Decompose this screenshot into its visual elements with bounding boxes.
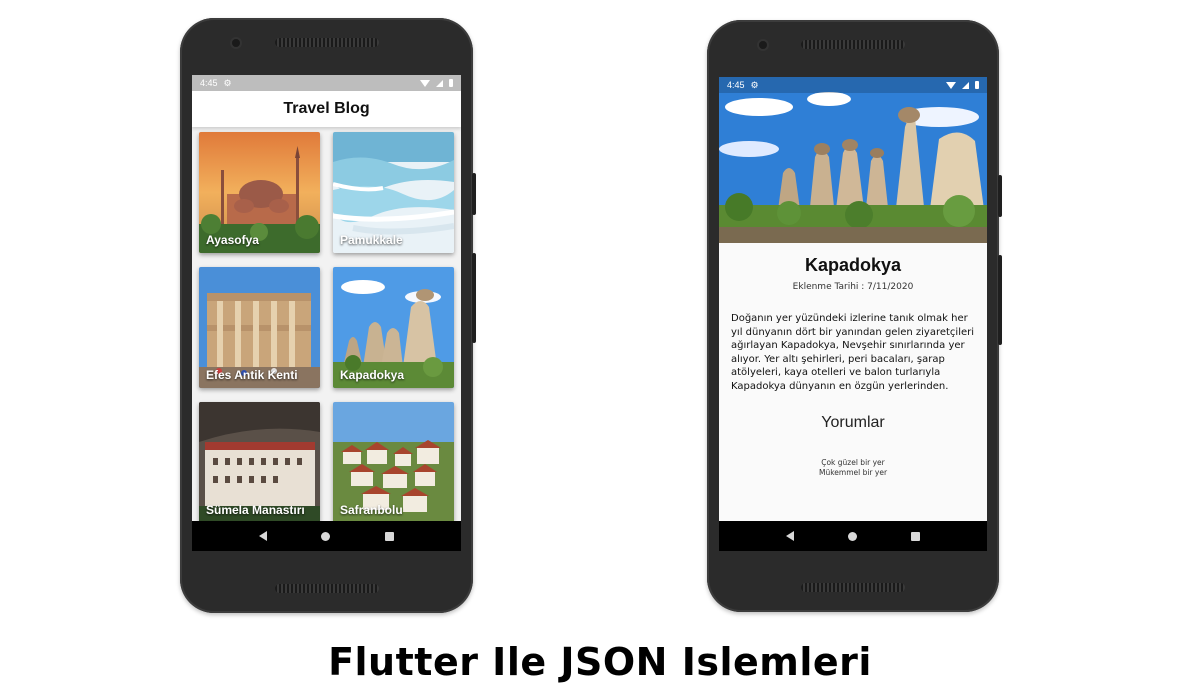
phone-detail: 4:45 ⚙ Kapadokya Eklenme Tarihi: 7/11/2… bbox=[707, 20, 1002, 612]
status-bar: 4:45 ⚙ bbox=[192, 75, 461, 91]
list-screen: 4:45 ⚙ Travel Blog Ayasofya Pamukkale Ef… bbox=[192, 75, 461, 551]
added-date: Eklenme Tarihi : 7/11/2020 bbox=[792, 282, 914, 292]
place-card-efes[interactable]: Efes Antik Kenti bbox=[199, 267, 320, 388]
comments-heading: Yorumlar bbox=[821, 413, 885, 431]
kapadokya-hero-image bbox=[719, 77, 987, 243]
app-bar: Travel Blog bbox=[192, 91, 461, 127]
places-grid: Ayasofya Pamukkale Efes Antik Kenti Kapa… bbox=[192, 127, 461, 521]
comment-item: Çok güzel bir yer bbox=[821, 457, 885, 467]
back-icon[interactable] bbox=[786, 531, 794, 541]
status-bar: 4:45 ⚙ bbox=[719, 77, 987, 93]
place-name: Kapadokya bbox=[340, 368, 405, 382]
place-description: Doğanın yer yüzündeki izlerine tanık olm… bbox=[731, 313, 975, 392]
recents-icon[interactable] bbox=[911, 531, 920, 541]
signal-icon bbox=[962, 81, 969, 89]
page-title: Travel Blog bbox=[283, 100, 370, 117]
status-time: 4:45 bbox=[200, 78, 218, 88]
place-name: Ayasofya bbox=[206, 233, 259, 247]
phone-list: 4:45 ⚙ Travel Blog Ayasofya Pamukkale Ef… bbox=[180, 18, 476, 613]
bottom-speaker bbox=[274, 584, 379, 593]
front-camera bbox=[232, 39, 240, 47]
status-time: 4:45 bbox=[727, 80, 745, 90]
volume-rocker bbox=[472, 253, 476, 343]
place-card-kapadokya[interactable]: Kapadokya bbox=[333, 267, 454, 388]
home-icon[interactable] bbox=[321, 531, 331, 541]
comments-list: Çok güzel bir yer Mükemmel bir yer bbox=[719, 458, 987, 478]
system-nav-bar bbox=[192, 521, 461, 551]
system-nav-bar bbox=[719, 521, 987, 551]
battery-icon bbox=[449, 79, 453, 87]
back-icon[interactable] bbox=[259, 531, 268, 541]
bottom-speaker bbox=[801, 583, 905, 592]
place-card-pamukkale[interactable]: Pamukkale bbox=[333, 132, 454, 253]
place-name: Pamukkale bbox=[340, 233, 403, 247]
place-name: Efes Antik Kenti bbox=[206, 368, 298, 382]
detail-screen: 4:45 ⚙ Kapadokya Eklenme Tarihi: 7/11/2… bbox=[719, 77, 987, 551]
power-button bbox=[472, 173, 476, 215]
home-icon[interactable] bbox=[848, 531, 857, 541]
gear-icon: ⚙ bbox=[223, 77, 232, 88]
wifi-icon bbox=[946, 81, 956, 89]
comment-item: Mükemmel bir yer bbox=[818, 467, 888, 477]
recents-icon[interactable] bbox=[384, 531, 394, 541]
place-card-sumela[interactable]: Sümela Manastırı bbox=[199, 402, 320, 521]
volume-rocker bbox=[998, 255, 1002, 345]
place-name: Safranbolu bbox=[340, 503, 403, 517]
detail-content: Kapadokya Eklenme Tarihi : 7/11/2020 Doğ… bbox=[719, 243, 987, 521]
gear-icon: ⚙ bbox=[750, 79, 759, 90]
wifi-icon bbox=[420, 79, 430, 87]
front-camera bbox=[759, 41, 767, 49]
power-button bbox=[998, 175, 1002, 217]
top-speaker bbox=[801, 40, 905, 49]
place-card-ayasofya[interactable]: Ayasofya bbox=[199, 132, 320, 253]
place-card-safranbolu[interactable]: Safranbolu bbox=[333, 402, 454, 521]
place-name: Sümela Manastırı bbox=[206, 503, 305, 517]
battery-icon bbox=[975, 81, 979, 89]
signal-icon bbox=[436, 79, 443, 87]
top-speaker bbox=[274, 38, 379, 47]
place-title: Kapadokya bbox=[804, 255, 902, 275]
caption-title: Flutter Ile JSON Islemleri bbox=[328, 640, 872, 684]
